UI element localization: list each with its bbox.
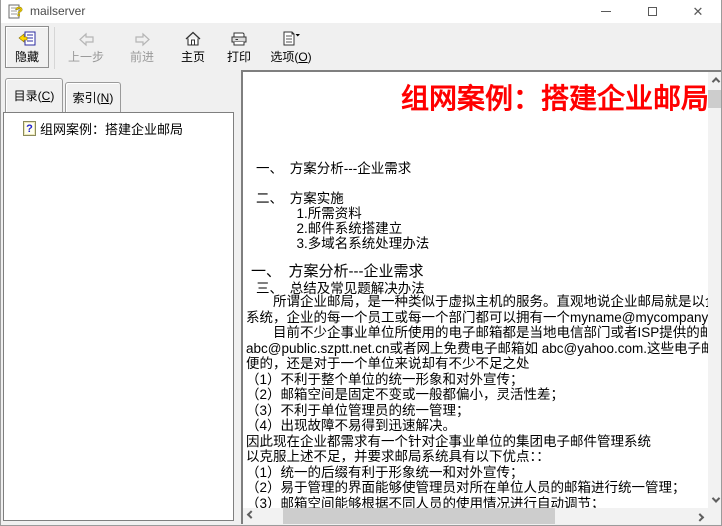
- svg-text:?: ?: [15, 4, 23, 19]
- outline-line: 2.邮件系统搭建立: [256, 221, 429, 236]
- scrollbar-corner: [708, 508, 722, 524]
- back-arrow-icon: [78, 30, 95, 48]
- options-button[interactable]: 选项(O): [262, 26, 320, 68]
- print-button-label: 打印: [227, 48, 251, 65]
- body-line: （1）统一的后缀有利于形象统一和对外宣传；: [246, 465, 722, 481]
- chevron-down-icon: [711, 494, 719, 502]
- vertical-scroll-thumb[interactable]: [708, 90, 722, 108]
- topic-content-pane: 组网案例：搭建企业邮局 一、 方案分析---企业需求二、 方案实施 1.所需资料…: [241, 70, 722, 524]
- tree-item-topic[interactable]: ? 组网案例：搭建企业邮局: [23, 119, 183, 138]
- scroll-up-button[interactable]: [708, 72, 722, 88]
- body-line: （2）易于管理的界面能够使管理员对所在单位人员的邮箱进行统一管理；: [246, 480, 722, 496]
- outline-line: 1.所需资料: [256, 206, 429, 221]
- outline-line: 3.多域名系统处理办法: [256, 236, 429, 251]
- navigation-pane: 目录(C) 索引(N) ? 组网案例：搭建企业邮局: [1, 72, 241, 526]
- outline-line: 二、 方案实施: [256, 191, 429, 206]
- body-line: 目前不少企事业单位所使用的电子邮箱都是当地电信部门或者ISP提供的邮箱: [246, 325, 722, 341]
- vertical-scrollbar[interactable]: [708, 72, 722, 508]
- body-line: （1）不利于整个单位的统一形象和对外宣传；: [246, 372, 722, 388]
- forward-arrow-icon: [134, 30, 151, 48]
- print-icon: [230, 30, 248, 48]
- topic-title: 组网案例：搭建企业邮局: [401, 77, 709, 117]
- body-line: （2）邮箱空间是固定不变或一般都偏小，灵活性差；: [246, 387, 722, 403]
- maximize-button[interactable]: [629, 0, 675, 23]
- scroll-down-button[interactable]: [708, 492, 722, 508]
- chevron-left-icon: [247, 510, 255, 518]
- close-button[interactable]: ✕: [675, 0, 721, 23]
- close-icon: ✕: [693, 5, 704, 18]
- tab-contents[interactable]: 目录(C): [5, 78, 63, 112]
- outline-line: [256, 176, 429, 191]
- body-text: 所谓企业邮局，是一种类似于虚拟主机的服务。直观地说企业邮局就是以企业系统，企业的…: [246, 294, 722, 524]
- chevron-right-icon: [696, 513, 704, 521]
- forward-button-label: 前进: [130, 48, 154, 65]
- print-button[interactable]: 打印: [216, 26, 262, 68]
- svg-text:?: ?: [26, 123, 33, 135]
- pane-splitter[interactable]: [234, 72, 241, 524]
- horizontal-scrollbar[interactable]: [243, 508, 708, 524]
- body-line: 系统，企业的每一个员工或每一个部门都可以拥有一个myname@mycompany…: [246, 310, 722, 326]
- help-viewer-window: ? mailserver ✕ 隐藏: [0, 0, 722, 526]
- horizontal-scroll-thumb[interactable]: [283, 508, 555, 524]
- help-topic-icon: ?: [23, 121, 36, 136]
- outline-line: 一、 方案分析---企业需求: [256, 161, 429, 176]
- body-line: （4）出现故障不易得到迅速解决。: [246, 418, 722, 434]
- body-line: 便的，还是对于一个单位来说却有不少不足之处: [246, 356, 722, 372]
- toolbar: 隐藏 上一步 前进: [1, 23, 721, 72]
- home-icon: [184, 30, 202, 48]
- scroll-right-button[interactable]: [692, 508, 708, 524]
- toolbar-separator: [54, 27, 55, 69]
- home-button[interactable]: 主页: [170, 26, 216, 68]
- forward-button[interactable]: 前进: [114, 26, 170, 68]
- contents-tree: ? 组网案例：搭建企业邮局: [3, 112, 234, 521]
- title-bar: ? mailserver ✕: [1, 0, 721, 23]
- topic-content: 组网案例：搭建企业邮局 一、 方案分析---企业需求二、 方案实施 1.所需资料…: [243, 72, 722, 524]
- body-line: abc@public.szptt.net.cn或者网上免费电子邮箱如 abc@y…: [246, 341, 722, 357]
- body-line: 因此现在企业都需求有一个针对企事业单位的集团电子邮件管理系统: [246, 434, 722, 450]
- home-button-label: 主页: [181, 48, 205, 65]
- options-icon: [281, 30, 301, 48]
- body-line: （3）不利于单位管理员的统一管理；: [246, 403, 722, 419]
- section-heading: 一、 方案分析---企业需求: [251, 260, 424, 281]
- window-controls: ✕: [583, 0, 721, 23]
- window-title: mailserver: [30, 4, 85, 18]
- chevron-up-icon: [711, 77, 719, 85]
- body-line: 以克服上述不足，并要求邮局系统具有以下优点：：: [246, 449, 722, 465]
- back-button-label: 上一步: [68, 48, 104, 65]
- scroll-left-button[interactable]: [243, 508, 259, 524]
- help-file-icon: ?: [8, 3, 24, 19]
- back-button[interactable]: 上一步: [58, 26, 114, 68]
- body-line: 所谓企业邮局，是一种类似于虚拟主机的服务。直观地说企业邮局就是以企业: [246, 294, 722, 310]
- minimize-button[interactable]: [583, 0, 629, 23]
- hide-button-label: 隐藏: [15, 48, 39, 65]
- hide-panel-icon: [18, 30, 36, 48]
- minimize-icon: [601, 11, 611, 12]
- hide-button[interactable]: 隐藏: [5, 26, 49, 68]
- tree-item-label: 组网案例：搭建企业邮局: [40, 119, 183, 138]
- options-button-label: 选项(O): [270, 48, 311, 65]
- maximize-icon: [648, 7, 657, 16]
- tab-index[interactable]: 索引(N): [65, 82, 121, 112]
